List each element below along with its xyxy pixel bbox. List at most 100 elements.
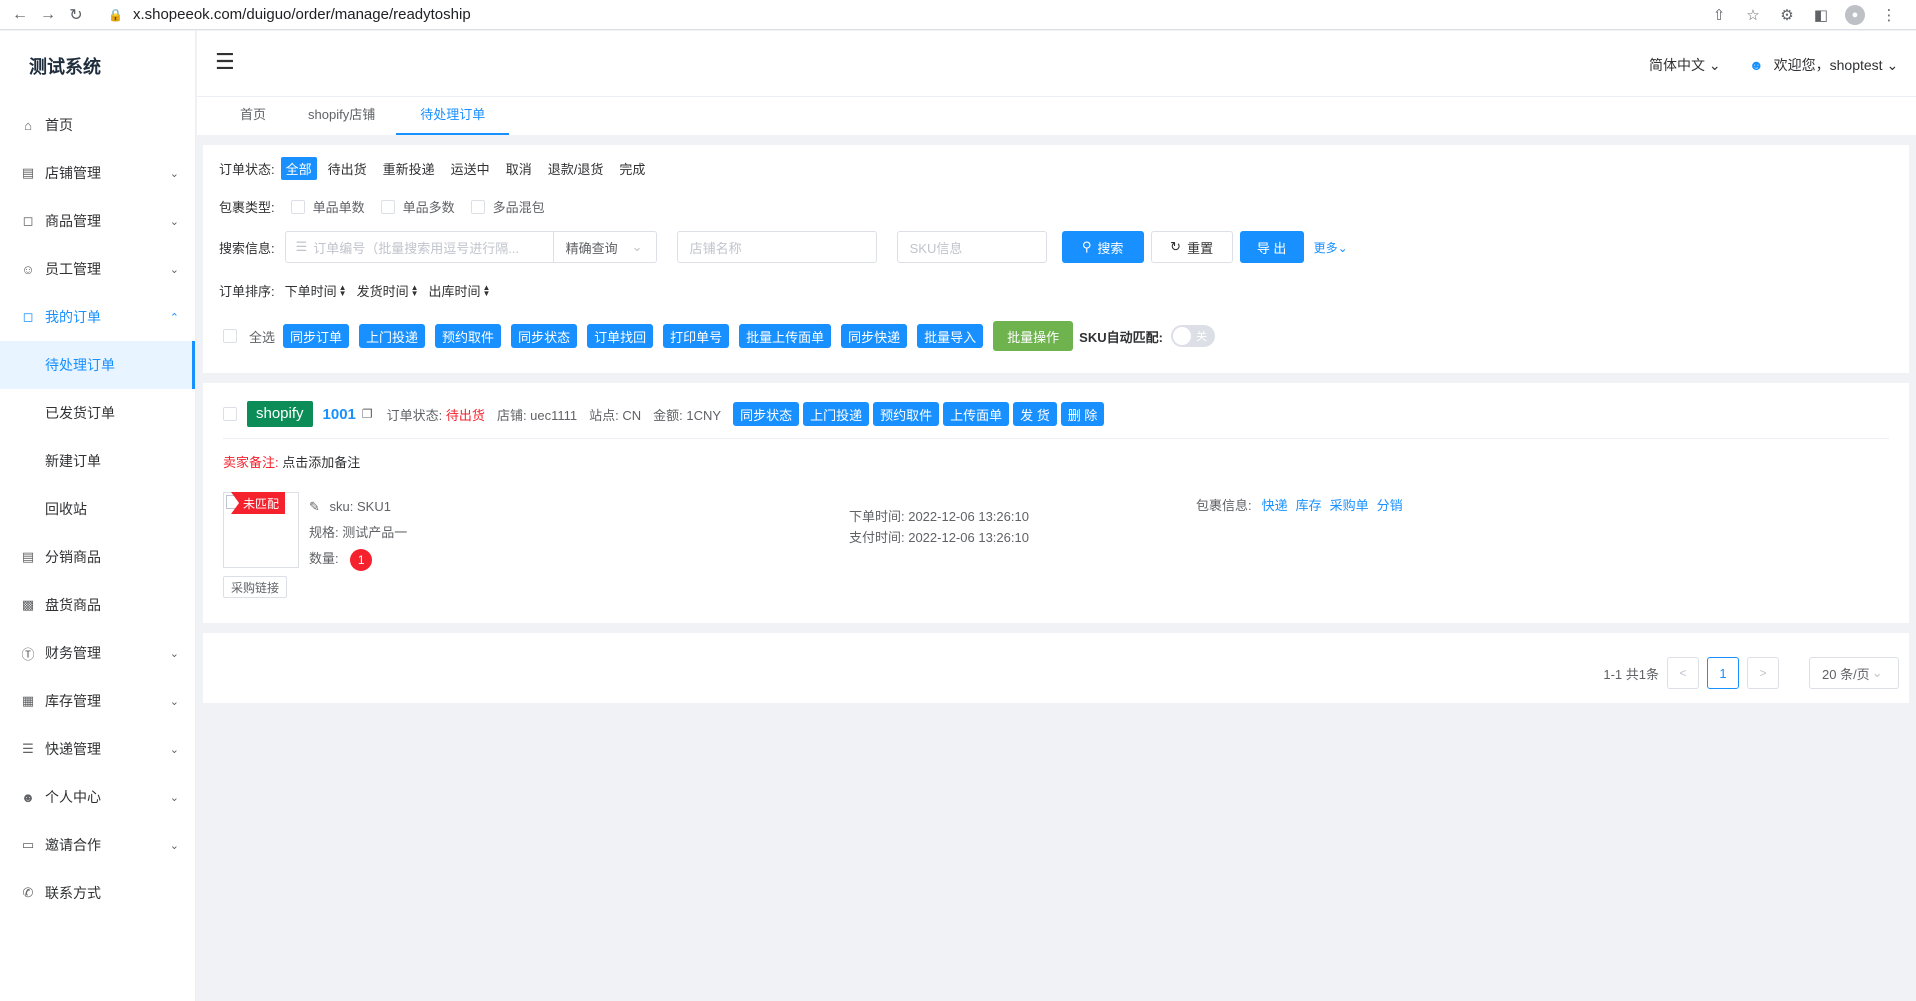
select-all-checkbox[interactable] [223, 329, 237, 343]
status-refund[interactable]: 退款/退货 [543, 157, 609, 180]
batch-upload-label-button[interactable]: 批量上传面单 [739, 324, 832, 348]
schedule-pickup-button[interactable]: 预约取件 [435, 324, 502, 348]
sync-status-button[interactable]: 同步状态 [511, 324, 578, 348]
profile-icon[interactable]: ● [1842, 2, 1868, 28]
chevron-left-icon: < [1679, 666, 1687, 680]
forward-arrow-icon[interactable]: → [34, 1, 62, 29]
status-all[interactable]: 全部 [280, 157, 317, 180]
package-info-label: 包裹信息: [1196, 498, 1252, 513]
star-icon[interactable]: ☆ [1740, 2, 1766, 28]
prev-page-button[interactable]: < [1667, 657, 1699, 689]
print-number-button[interactable]: 打印单号 [663, 324, 730, 348]
package-single-multi[interactable]: 单品多数 [380, 197, 455, 216]
next-page-button[interactable]: > [1747, 657, 1779, 689]
door-delivery-button[interactable]: 上门投递 [359, 324, 426, 348]
divider [223, 438, 1889, 439]
recover-order-button[interactable]: 订单找回 [587, 324, 654, 348]
sku-input[interactable]: SKU信息 [896, 231, 1047, 263]
sidebar-subitem-pending-orders[interactable]: 待处理订单 [0, 341, 195, 389]
search-button[interactable]: ⚲ 搜索 [1061, 231, 1144, 263]
edit-icon[interactable]: ✎ [309, 499, 320, 514]
order-site: 站点: CN [589, 407, 642, 423]
sidebar-item-home[interactable]: ⌂ 首页 [0, 101, 195, 149]
status-shipping[interactable]: 运送中 [446, 157, 495, 180]
status-to-ship[interactable]: 待出货 [323, 157, 372, 180]
query-mode-value: 精确查询 [565, 240, 618, 256]
extensions-icon[interactable]: ⚙ [1774, 2, 1800, 28]
reset-button[interactable]: ↻ 重置 [1150, 231, 1233, 263]
sku-auto-match-toggle[interactable]: 关 [1170, 325, 1215, 347]
tab-shopify-store[interactable]: shopify店铺 [287, 97, 396, 135]
sidebar-item-orders[interactable]: ◻ 我的订单 ⌃ [0, 293, 195, 341]
checkbox[interactable] [380, 199, 395, 214]
purchase-link-button[interactable]: 采购链接 [223, 576, 288, 598]
checkbox[interactable] [470, 199, 485, 214]
share-icon[interactable]: ⇧ [1706, 2, 1732, 28]
tab-home[interactable]: 首页 [219, 97, 287, 135]
sidebar-item-products[interactable]: ◻ 商品管理 ⌄ [0, 197, 195, 245]
menu-dots-icon[interactable]: ⋮ [1876, 2, 1902, 28]
more-filters-link[interactable]: 更多⌄ [1314, 239, 1348, 256]
sidebar-item-shop[interactable]: ▤ 店铺管理 ⌄ [0, 149, 195, 197]
sidebar-item-contact[interactable]: ✆ 联系方式 [0, 869, 195, 917]
sidebar-item-profile[interactable]: ☻ 个人中心 ⌄ [0, 773, 195, 821]
package-distribution-link[interactable]: 分销 [1377, 495, 1403, 514]
order-schedule-pickup-button[interactable]: 预约取件 [873, 402, 940, 426]
query-mode-select[interactable]: 精确查询 ⌄ [553, 232, 656, 262]
copy-icon[interactable]: ❐ [362, 407, 373, 421]
chevron-down-icon: ⌄ [169, 167, 179, 180]
sort-order-time[interactable]: 下单时间 ▲ ▼ [285, 281, 347, 300]
sidebar-subitem-shipped-orders[interactable]: 已发货订单 [0, 389, 195, 437]
sort-outbound-time[interactable]: 出库时间 ▲ ▼ [429, 281, 491, 300]
order-door-delivery-button[interactable]: 上门投递 [803, 402, 870, 426]
order-number-input[interactable]: ☰ 订单编号（批量搜索用逗号进行隔... [286, 232, 554, 262]
sort-caret-icon: ▲ ▼ [482, 282, 491, 298]
checkbox[interactable] [290, 199, 305, 214]
sort-ship-time[interactable]: 发货时间 ▲ ▼ [357, 281, 419, 300]
sidebar-item-staff[interactable]: ☺ 员工管理 ⌄ [0, 245, 195, 293]
package-purchase-order-link[interactable]: 采购单 [1330, 495, 1369, 514]
tab-pending-orders[interactable]: 待处理订单 [396, 97, 510, 135]
sidebar-item-invite[interactable]: ▭ 邀请合作 ⌄ [0, 821, 195, 869]
sidebar-subitem-recycle-bin[interactable]: 回收站 [0, 485, 195, 533]
package-single-single[interactable]: 单品单数 [290, 197, 365, 216]
address-bar[interactable]: 🔒 x.shopeeok.com/duiguo/order/manage/rea… [108, 3, 471, 27]
sidebar-item-express[interactable]: ☰ 快递管理 ⌄ [0, 725, 195, 773]
order-number[interactable]: 1001 [323, 406, 356, 423]
package-stock-link[interactable]: 库存 [1296, 495, 1322, 514]
language-selector[interactable]: 简体中文 ⌄ [1649, 55, 1721, 75]
user-menu[interactable]: ☻ 欢迎您，shoptest ⌄ [1749, 55, 1898, 75]
batch-actions-row: 全选 同步订单 上门投递 预约取件 同步状态 订单找回 打印单号 批量上传面单 … [219, 321, 1215, 351]
add-remark-link[interactable]: 点击添加备注 [282, 455, 360, 470]
side-panel-icon[interactable]: ◧ [1808, 2, 1834, 28]
package-express-link[interactable]: 快递 [1262, 495, 1288, 514]
page-size-select[interactable]: 20 条/页 ⌄ [1809, 657, 1899, 689]
sync-express-button[interactable]: 同步快递 [841, 324, 908, 348]
status-redeliver[interactable]: 重新投递 [378, 157, 440, 180]
sidebar-item-distribution[interactable]: ▤ 分销商品 [0, 533, 195, 581]
order-amount: 金额: 1CNY [653, 407, 722, 423]
sync-orders-button[interactable]: 同步订单 [283, 324, 350, 348]
back-arrow-icon[interactable]: ← [6, 1, 34, 29]
reload-icon[interactable]: ↻ [62, 1, 90, 29]
order-delete-button[interactable]: 删 除 [1060, 402, 1105, 426]
order-checkbox[interactable] [223, 407, 237, 421]
package-mixed[interactable]: 多品混包 [470, 197, 545, 216]
sidebar-item-inventory-goods[interactable]: ▩ 盘货商品 [0, 581, 195, 629]
sort-option-label: 发货时间 [356, 284, 409, 299]
sidebar-item-finance[interactable]: Ⓣ 财务管理 ⌄ [0, 629, 195, 677]
page-number-button[interactable]: 1 [1707, 657, 1739, 689]
order-sync-status-button[interactable]: 同步状态 [733, 402, 800, 426]
status-complete[interactable]: 完成 [614, 157, 650, 180]
shop-name-input[interactable]: 店铺名称 [676, 231, 877, 263]
batch-operation-button[interactable]: 批量操作 [993, 321, 1074, 351]
export-button[interactable]: 导 出 [1239, 231, 1304, 263]
menu-toggle-icon[interactable]: ☰ [215, 49, 235, 75]
status-cancel[interactable]: 取消 [501, 157, 537, 180]
search-row: 搜索信息: ☰ 订单编号（批量搜索用逗号进行隔... 精确查询 ⌄ 店铺名称 S… [219, 231, 1348, 263]
sidebar-item-stock[interactable]: ▦ 库存管理 ⌄ [0, 677, 195, 725]
batch-import-button[interactable]: 批量导入 [917, 324, 984, 348]
sidebar-subitem-new-order[interactable]: 新建订单 [0, 437, 195, 485]
order-upload-label-button[interactable]: 上传面单 [943, 402, 1010, 426]
order-ship-button[interactable]: 发 货 [1013, 402, 1057, 426]
